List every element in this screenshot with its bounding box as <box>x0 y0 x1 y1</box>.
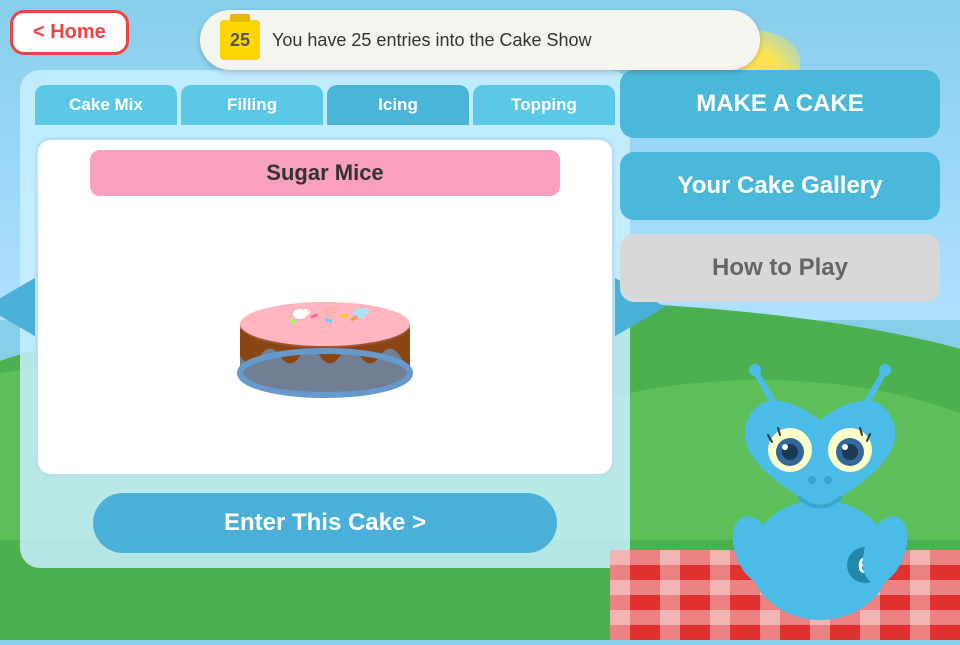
cake-gallery-button[interactable]: Your Cake Gallery <box>620 152 940 220</box>
enter-cake-button[interactable]: Enter This Cake > <box>93 493 557 553</box>
cake-image <box>205 206 445 426</box>
entries-count: 25 <box>230 30 250 51</box>
cake-area: Sugar Mice <box>35 137 615 477</box>
entries-banner: 25 You have 25 entries into the Cake Sho… <box>200 10 760 70</box>
tab-topping[interactable]: Topping <box>473 85 615 125</box>
tab-cake-mix[interactable]: Cake Mix <box>35 85 177 125</box>
entries-icon: 25 <box>220 20 260 60</box>
tabs-container: Cake Mix Filling Icing Topping <box>35 85 615 125</box>
tab-filling[interactable]: Filling <box>181 85 323 125</box>
cake-display-wrapper: Sugar Mice <box>35 137 615 477</box>
enter-btn-wrapper: Enter This Cake > <box>35 477 615 553</box>
main-panel: Cake Mix Filling Icing Topping Sugar Mic… <box>20 70 630 568</box>
how-to-play-button[interactable]: How to Play <box>620 234 940 302</box>
monster-character: 6 <box>710 360 930 640</box>
entries-text: You have 25 entries into the Cake Show <box>272 30 592 51</box>
right-panel: MAKE A CAKE Your Cake Gallery How to Pla… <box>620 70 940 302</box>
cake-svg <box>215 216 435 416</box>
cake-name: Sugar Mice <box>90 150 561 196</box>
home-button[interactable]: < Home <box>10 10 129 55</box>
tab-icing[interactable]: Icing <box>327 85 469 125</box>
make-cake-button[interactable]: MAKE A CAKE <box>620 70 940 138</box>
